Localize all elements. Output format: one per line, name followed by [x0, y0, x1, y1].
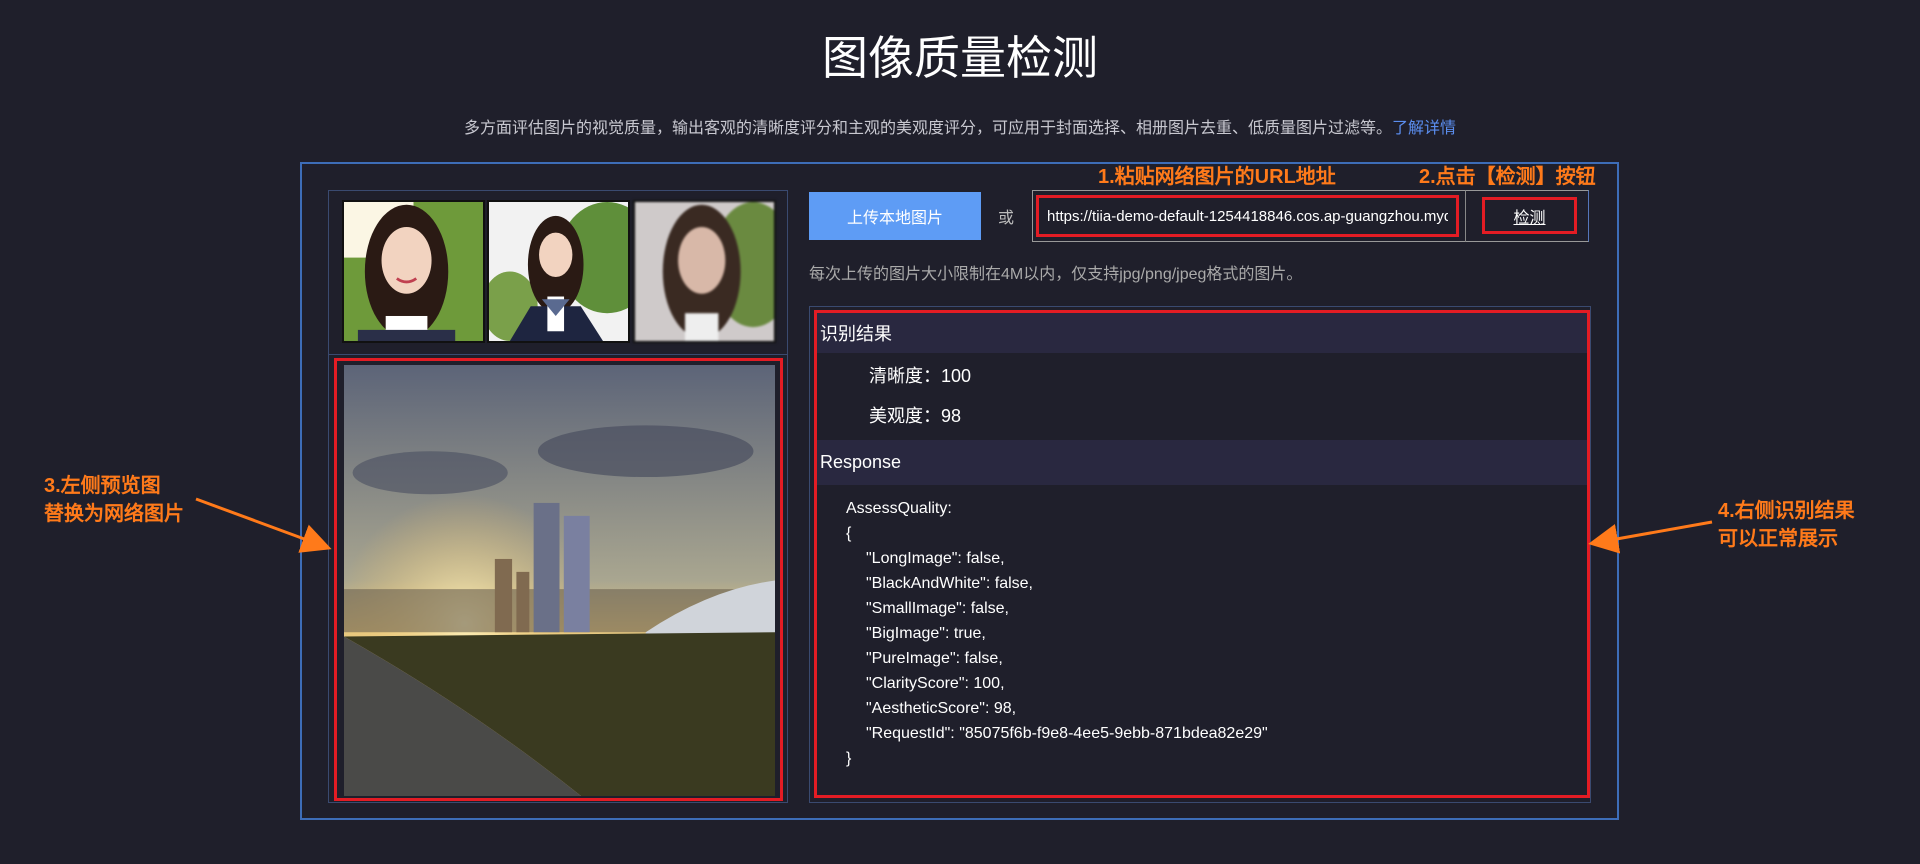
json-line: "LongImage": false, [866, 550, 1005, 567]
json-line: { [846, 525, 852, 542]
or-label: 或 [998, 210, 1015, 227]
subtitle-text: 多方面评估图片的视觉质量，输出客观的清晰度评分和主观的美观度评分，可应用于封面选… [463, 120, 1392, 137]
clarity-score: 清晰度：100 [869, 362, 971, 388]
annotation-line: 3.左侧预览图 [44, 475, 161, 497]
annotation-line: 替换为网络图片 [44, 503, 184, 525]
annotation-step4: 4.右侧识别结果 可以正常展示 [1718, 497, 1855, 553]
image-url-input[interactable] [1036, 195, 1459, 237]
json-line: AssessQuality: [846, 500, 952, 517]
json-line: "SmallImage": false, [866, 600, 1009, 617]
annotation-line: 可以正常展示 [1718, 528, 1838, 550]
divider [329, 354, 787, 355]
json-line: "RequestId": "85075f6b-f9e8-4ee5-9ebb-87… [866, 725, 1268, 742]
annotation-line: 4.右侧识别结果 [1718, 500, 1855, 522]
aesthetic-value: 98 [941, 406, 962, 426]
sample-thumbnail-2[interactable] [487, 200, 630, 343]
sample-thumbnail-1[interactable] [342, 200, 485, 343]
clarity-value: 100 [941, 366, 972, 386]
json-line: "PureImage": false, [866, 650, 1003, 667]
annotation-step1: 1.粘贴网络图片的URL地址 [1098, 166, 1336, 188]
divider [1465, 190, 1466, 242]
upload-local-image-button[interactable]: 上传本地图片 [809, 192, 981, 240]
json-line: "ClarityScore": 100, [866, 675, 1005, 692]
aesthetic-label: 美观度： [869, 406, 941, 426]
results-header: 识别结果 [817, 313, 1587, 353]
json-line: "BigImage": true, [866, 625, 986, 642]
preview-image [344, 365, 775, 796]
learn-more-link[interactable]: 了解详情 [1392, 120, 1456, 137]
sample-thumbnail-3[interactable] [633, 200, 776, 343]
detect-button[interactable]: 检测 [1482, 197, 1577, 234]
json-line: "AestheticScore": 98, [866, 700, 1017, 717]
annotation-step2: 2.点击【检测】按钮 [1419, 166, 1596, 188]
clarity-label: 清晰度： [869, 366, 941, 386]
annotation-step3: 3.左侧预览图替换为网络图片 [44, 472, 184, 528]
aesthetic-score: 美观度：98 [869, 402, 961, 428]
upload-hint: 每次上传的图片大小限制在4M以内，仅支持jpg/png/jpeg格式的图片。 [809, 266, 1303, 283]
response-header: Response [817, 440, 1587, 485]
response-json: AssessQuality: { "LongImage": false, "Bl… [846, 496, 1268, 771]
page-subtitle: 多方面评估图片的视觉质量，输出客观的清晰度评分和主观的美观度评分，可应用于封面选… [0, 114, 1920, 138]
json-line: } [846, 750, 852, 767]
page-title: 图像质量检测 [822, 32, 1098, 84]
json-line: "BlackAndWhite": false, [866, 575, 1033, 592]
